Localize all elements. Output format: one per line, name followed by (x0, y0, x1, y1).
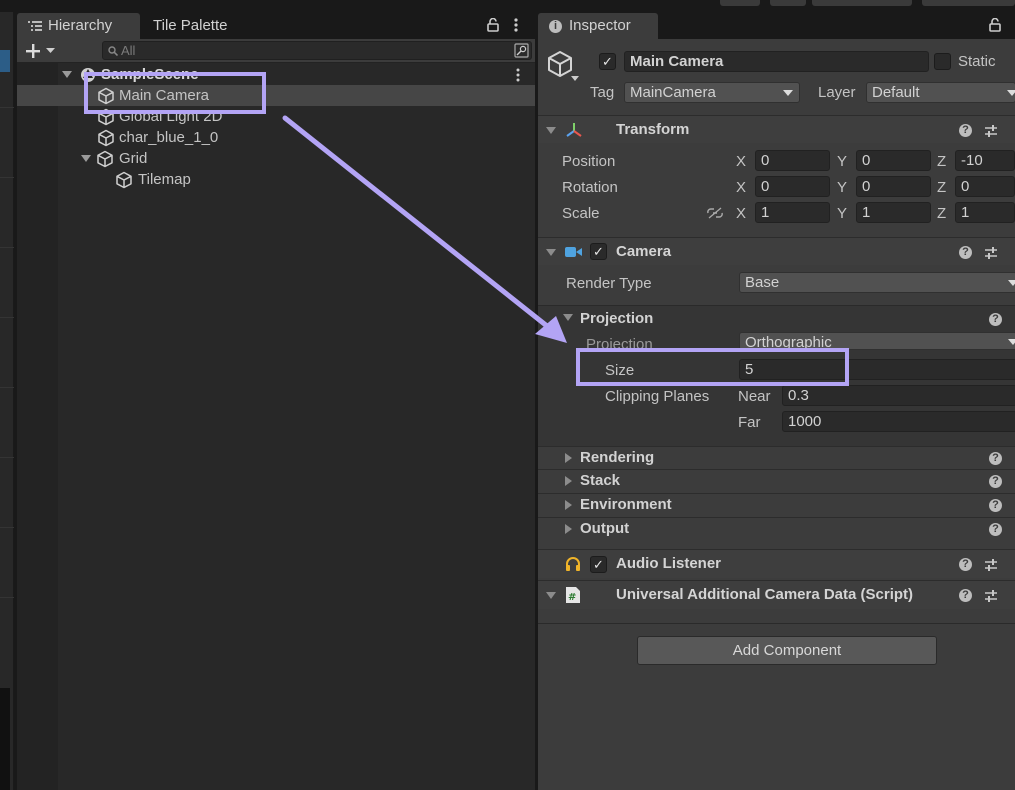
annotation-arrow (282, 115, 567, 343)
